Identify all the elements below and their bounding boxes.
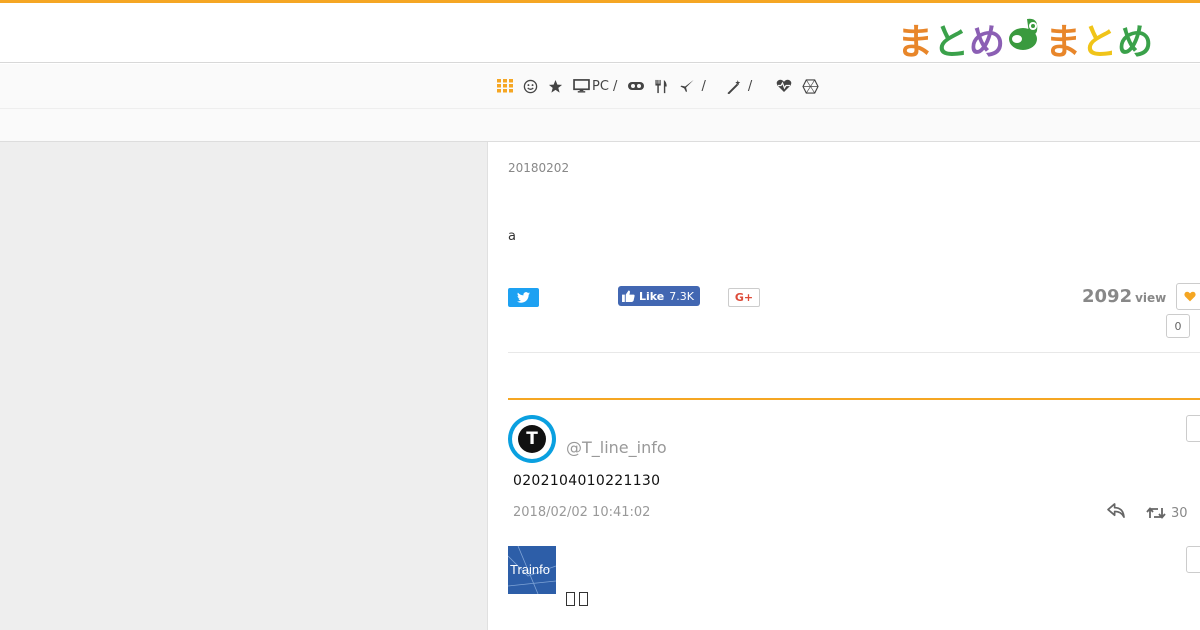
google-plus-button[interactable]: G+ (728, 288, 760, 307)
nav-item-travel[interactable]: / (679, 76, 715, 96)
nav-item-pc[interactable]: PC / (573, 76, 617, 96)
avatar-letter: T (518, 425, 546, 453)
retweet-count: 30 (1171, 506, 1188, 521)
nav-item-label: / (701, 78, 706, 94)
site-logo[interactable]: まとめ まとめ (897, 13, 1153, 65)
plane-icon (680, 79, 694, 92)
section-divider (508, 352, 1200, 353)
tweet-text (566, 592, 588, 610)
view-count: 2092 (1082, 286, 1133, 307)
grid-icon (497, 79, 513, 93)
facebook-like-count: 7.3K (669, 289, 694, 303)
logo-char: ま (897, 22, 934, 63)
tweet-handle[interactable]: @T_line_info (566, 438, 667, 457)
twitter-follow-button[interactable] (1186, 546, 1200, 573)
reply-icon[interactable] (1107, 503, 1126, 522)
gamepad-icon (628, 82, 645, 90)
article-main: 20180202 a Like 7.3K G+ 2092 view 0 T @T_… (488, 142, 1200, 630)
logo-char: と (933, 22, 970, 63)
avatar-label: Trainfo (510, 562, 550, 577)
retweet-icon[interactable] (1146, 505, 1166, 524)
avatar[interactable]: T (508, 415, 556, 463)
twitter-follow-button[interactable] (1186, 415, 1200, 442)
thumbs-up-icon (622, 290, 635, 302)
tweet-timestamp[interactable]: 2018/02/02 10:41:02 (513, 505, 650, 520)
article-date: 20180202 (508, 161, 570, 175)
logo-char: ま (1045, 22, 1082, 63)
favorite-count: 0 (1166, 314, 1190, 338)
nav-item-food[interactable] (655, 76, 669, 96)
nav-item-other[interactable] (802, 76, 819, 96)
star-icon (548, 79, 563, 93)
category-nav: PC / / / (0, 64, 1200, 108)
nav-item-entertainment[interactable] (523, 76, 538, 96)
view-label: view (1135, 291, 1167, 305)
nav-item-label: / (747, 78, 753, 94)
facebook-like-label: Like (639, 289, 665, 303)
favorite-button[interactable] (1176, 283, 1200, 310)
logo-char: め (969, 22, 1006, 63)
heart-icon (1184, 291, 1196, 302)
cutlery-icon (655, 79, 668, 93)
nav-item-games[interactable] (627, 76, 645, 96)
nav-item-label: PC / (592, 78, 618, 94)
tweet-text: 0202104010221130 (513, 473, 661, 489)
heartbeat-icon (776, 79, 792, 92)
logo-char: と (1081, 22, 1118, 63)
facebook-like-button[interactable]: Like 7.3K (618, 286, 700, 306)
twitter-share-button[interactable] (508, 288, 539, 307)
view-counter: 2092 view (1082, 286, 1166, 307)
site-header: まとめ まとめ (0, 3, 1200, 63)
smile-icon (523, 79, 538, 93)
nav-item-all[interactable] (497, 76, 513, 96)
article-body: a (508, 229, 516, 244)
accent-divider (508, 398, 1200, 400)
logo-char: め (1117, 22, 1154, 63)
monitor-icon (573, 79, 590, 93)
sub-nav-bar (0, 108, 1200, 142)
logo-mascot-icon (1005, 13, 1045, 50)
twitter-bird-icon (517, 292, 530, 303)
magic-wand-icon (727, 79, 741, 94)
nav-item-favorites[interactable] (548, 76, 563, 96)
avatar[interactable]: Trainfo (508, 546, 556, 594)
left-sidebar (0, 142, 488, 630)
cube-icon (802, 78, 819, 94)
nav-item-health[interactable] (776, 76, 792, 96)
nav-item-beauty[interactable]: / (726, 76, 766, 96)
